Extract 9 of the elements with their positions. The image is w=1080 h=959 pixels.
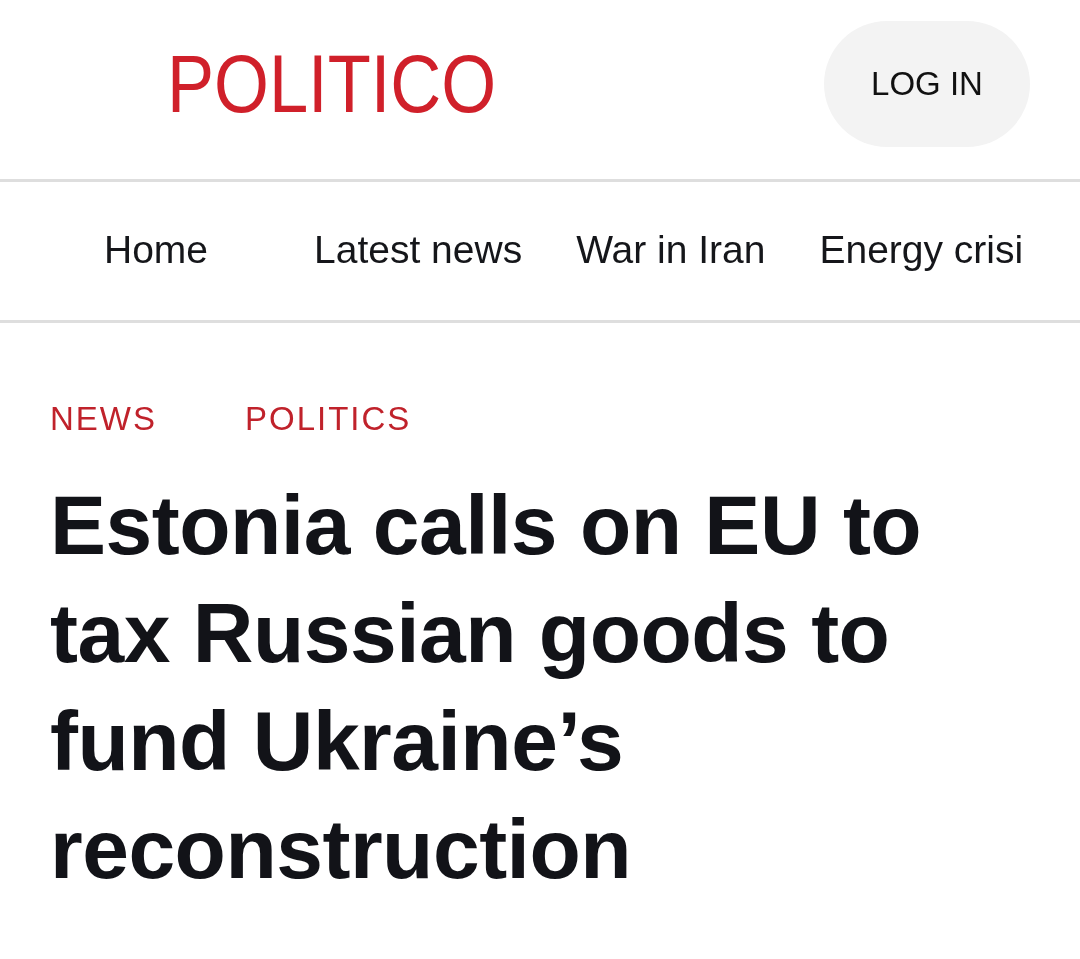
headline: Estonia calls on EU to tax Russian goods to fund Ukraine’s reconstruction [50, 477, 923, 898]
nav-link[interactable]: Latest news [314, 226, 523, 274]
logo[interactable]: POLITICO [167, 42, 497, 125]
category-link[interactable]: POLITICS [245, 399, 412, 439]
login-button[interactable]: LOG IN [824, 20, 1030, 147]
nav-link[interactable]: Energy crisi [819, 226, 1024, 274]
nav-link[interactable]: Home [104, 226, 209, 274]
category-link[interactable]: NEWS [50, 399, 157, 439]
nav-link[interactable]: War in Iran [576, 226, 766, 274]
